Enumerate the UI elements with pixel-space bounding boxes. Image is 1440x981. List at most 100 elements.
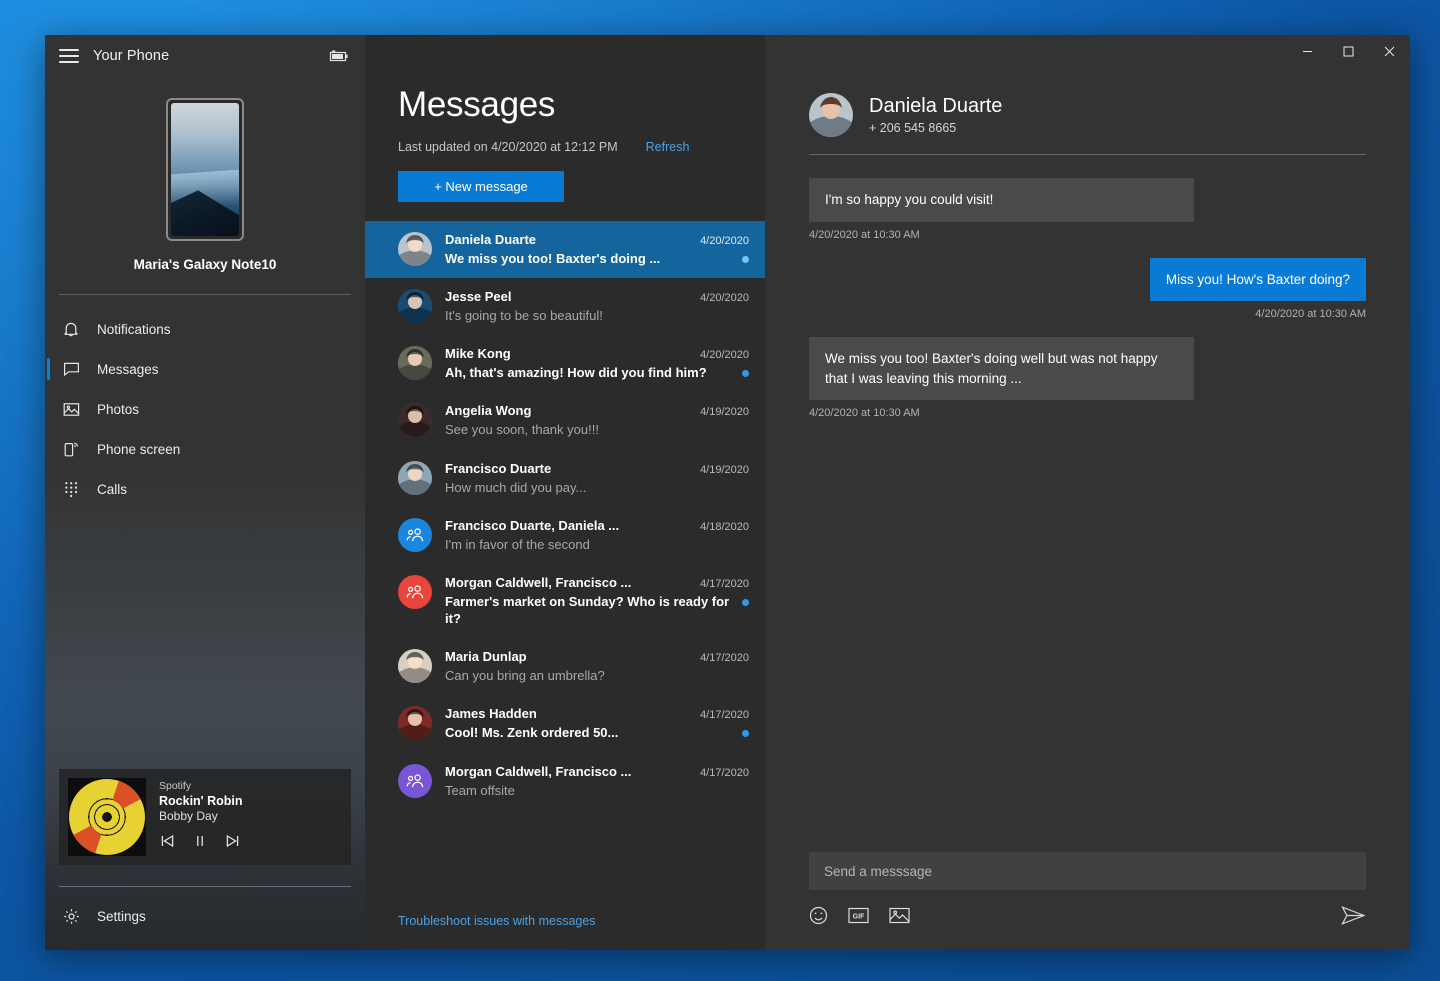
conversation-item[interactable]: Francisco Duarte, Daniela ...4/18/2020I'… bbox=[365, 507, 765, 564]
dialpad-icon bbox=[62, 480, 80, 498]
conversation-date: 4/20/2020 bbox=[690, 349, 749, 361]
minimize-button[interactable] bbox=[1287, 35, 1328, 67]
sidebar-divider-top bbox=[59, 294, 351, 295]
conversation-preview: Ah, that's amazing! How did you find him… bbox=[445, 364, 707, 381]
music-track-title: Rockin' Robin bbox=[159, 794, 342, 808]
sidebar-item-messages[interactable]: Messages bbox=[45, 349, 365, 389]
conversation-name: Angelia Wong bbox=[445, 403, 531, 418]
group-avatar bbox=[398, 575, 432, 609]
conversation-list[interactable]: Daniela Duarte 4/20/2020 We miss you too! … bbox=[365, 221, 765, 908]
message-timestamp: 4/20/2020 at 10:30 AM bbox=[809, 229, 1366, 241]
refresh-link[interactable]: Refresh bbox=[646, 140, 690, 154]
conversation-date: 4/17/2020 bbox=[690, 767, 749, 779]
avatar bbox=[398, 403, 432, 437]
avatar bbox=[398, 232, 432, 266]
maximize-button[interactable] bbox=[1328, 35, 1369, 67]
chat-message: I'm so happy you could visit! 4/20/2020 a… bbox=[809, 178, 1366, 241]
pause-icon[interactable] bbox=[193, 834, 207, 848]
conversation-name: James Hadden bbox=[445, 706, 537, 721]
avatar bbox=[398, 346, 432, 380]
sidebar-item-settings[interactable]: Settings bbox=[45, 896, 365, 936]
conversation-name: Daniela Duarte bbox=[445, 232, 536, 247]
composer-input-wrap[interactable] bbox=[809, 852, 1366, 890]
conversation-date: 4/17/2020 bbox=[690, 578, 749, 590]
sidebar-nav: Notifications Messages bbox=[45, 309, 365, 509]
sidebar-item-photos[interactable]: Photos bbox=[45, 389, 365, 429]
conversation-item[interactable]: Morgan Caldwell, Francisco ... 4/17/2020 F… bbox=[365, 564, 765, 638]
conversation-name: Francisco Duarte, Daniela ... bbox=[445, 518, 619, 533]
previous-track-icon[interactable] bbox=[159, 834, 176, 848]
conversation-item[interactable]: Daniela Duarte 4/20/2020 We miss you too! … bbox=[365, 221, 765, 278]
emoji-icon[interactable] bbox=[809, 906, 828, 925]
chat-pane: Daniela Duarte + 206 545 8665 I'm so hap… bbox=[765, 35, 1410, 950]
conversation-name: Morgan Caldwell, Francisco ... bbox=[445, 575, 631, 590]
conversation-preview: Farmer's market on Sunday? Who is ready … bbox=[445, 593, 742, 627]
conversation-preview: Cool! Ms. Zenk ordered 50... bbox=[445, 724, 618, 741]
avatar bbox=[398, 706, 432, 740]
phone-cast-icon bbox=[62, 440, 80, 458]
music-artist: Bobby Day bbox=[159, 809, 342, 823]
close-button[interactable] bbox=[1369, 35, 1410, 67]
sidebar-item-calls[interactable]: Calls bbox=[45, 469, 365, 509]
message-bubble: Miss you! How's Baxter doing? bbox=[1150, 258, 1366, 302]
phone-wallpaper bbox=[171, 103, 239, 236]
conversation-item[interactable]: James Hadden4/17/2020Cool! Ms. Zenk orde… bbox=[365, 695, 765, 752]
image-icon[interactable] bbox=[889, 907, 910, 924]
conversation-date: 4/17/2020 bbox=[690, 652, 749, 664]
conversation-preview: It's going to be so beautiful! bbox=[445, 307, 603, 324]
unread-dot bbox=[742, 370, 749, 377]
chat-icon bbox=[62, 360, 80, 378]
avatar bbox=[398, 289, 432, 323]
message-bubble: I'm so happy you could visit! bbox=[809, 178, 1194, 222]
conversation-name: Morgan Caldwell, Francisco ... bbox=[445, 764, 631, 779]
conversation-preview: Team offsite bbox=[445, 782, 515, 799]
sidebar-divider-bottom bbox=[59, 886, 351, 887]
conversation-item[interactable]: Angelia Wong 4/19/2020 See you soon, thank… bbox=[365, 392, 765, 449]
sidebar-item-phone-screen[interactable]: Phone screen bbox=[45, 429, 365, 469]
conversation-preview: How much did you pay... bbox=[445, 479, 586, 496]
avatar bbox=[398, 649, 432, 683]
conversation-item[interactable]: Morgan Caldwell, Francisco ... 4/17/2020 T… bbox=[365, 753, 765, 810]
conversation-name: Jesse Peel bbox=[445, 289, 512, 304]
sidebar-item-notifications[interactable]: Notifications bbox=[45, 309, 365, 349]
conversation-name: Francisco Duarte bbox=[445, 461, 551, 476]
new-message-button[interactable]: + New message bbox=[398, 171, 564, 202]
message-input[interactable] bbox=[824, 864, 1351, 879]
conversation-preview: I'm in favor of the second bbox=[445, 536, 590, 553]
svg-text:GIF: GIF bbox=[853, 914, 865, 921]
music-player-card: Spotify Rockin' Robin Bobby Day bbox=[59, 769, 351, 865]
sidebar: Your Phone Maria's Galaxy Note10 bbox=[45, 35, 365, 950]
contact-avatar bbox=[809, 93, 853, 137]
settings-label: Settings bbox=[97, 909, 146, 924]
conversation-item[interactable]: Maria Dunlap4/17/2020Can you bring an um… bbox=[365, 638, 765, 695]
conversation-date: 4/20/2020 bbox=[690, 292, 749, 304]
troubleshoot-link[interactable]: Troubleshoot issues with messages bbox=[365, 908, 765, 950]
conversation-item[interactable]: Mike Kong4/20/2020Ah, that's amazing! Ho… bbox=[365, 335, 765, 392]
conversation-item[interactable]: Jesse Peel 4/20/2020 It's going to be so b… bbox=[365, 278, 765, 335]
unread-dot bbox=[742, 730, 749, 737]
window-controls bbox=[1287, 35, 1410, 67]
avatar bbox=[398, 461, 432, 495]
chat-message: We miss you too! Baxter's doing well but… bbox=[809, 337, 1366, 419]
conversation-preview: We miss you too! Baxter's doing ... bbox=[445, 250, 660, 267]
message-timestamp: 4/20/2020 at 10:30 AM bbox=[1255, 308, 1366, 320]
conversation-date: 4/19/2020 bbox=[690, 406, 749, 418]
device-name: Maria's Galaxy Note10 bbox=[45, 257, 365, 272]
conversation-item[interactable]: Francisco Duarte 4/19/2020 How much did yo… bbox=[365, 450, 765, 507]
conversation-date: 4/20/2020 bbox=[690, 235, 749, 247]
conversation-date: 4/19/2020 bbox=[690, 464, 749, 476]
sidebar-item-label: Calls bbox=[97, 482, 127, 497]
unread-dot bbox=[742, 256, 749, 263]
send-icon[interactable] bbox=[1341, 905, 1366, 926]
app-title-bar: Your Phone bbox=[45, 35, 365, 77]
sidebar-item-label: Phone screen bbox=[97, 442, 180, 457]
next-track-icon[interactable] bbox=[224, 834, 241, 848]
hamburger-icon[interactable] bbox=[59, 49, 79, 63]
chat-message: Miss you! How's Baxter doing? 4/20/2020 a… bbox=[809, 258, 1366, 321]
gif-icon[interactable]: GIF bbox=[848, 907, 869, 924]
unread-dot bbox=[742, 599, 749, 606]
conversation-preview: See you soon, thank you!!! bbox=[445, 421, 599, 438]
contact-phone: + 206 545 8665 bbox=[869, 121, 1002, 135]
sidebar-item-label: Photos bbox=[97, 402, 139, 417]
your-phone-window: Your Phone Maria's Galaxy Note10 bbox=[45, 35, 1410, 950]
